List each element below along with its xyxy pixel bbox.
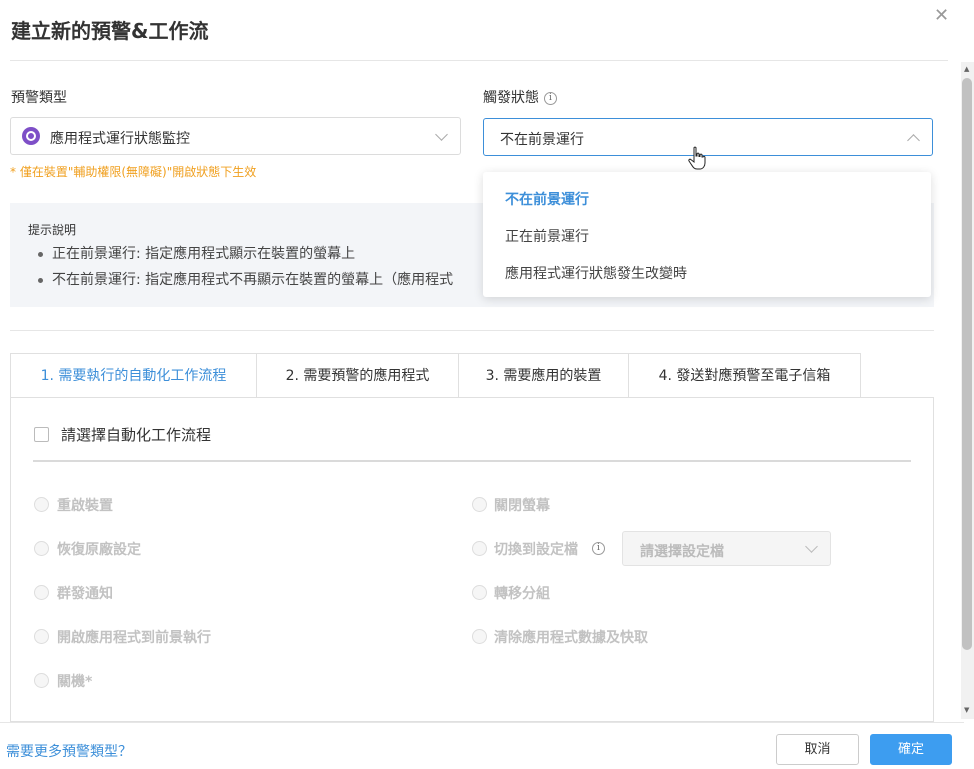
- alert-workflow-dialog: 建立新的預警&工作流 ✕ 預警類型 應用程式運行狀態監控 * 僅在裝置"輔助權限…: [0, 0, 974, 769]
- accessibility-warning: * 僅在裝置"輔助權限(無障礙)"開啟狀態下生效: [10, 165, 257, 179]
- chevron-down-icon: [435, 128, 448, 141]
- trigger-state-label-wrap: 觸發狀態 i: [483, 87, 557, 107]
- radio-broadcast[interactable]: [34, 585, 49, 600]
- more-alert-types-link[interactable]: 需要更多預警類型？: [6, 741, 132, 761]
- profile-select[interactable]: 請選擇設定檔: [622, 531, 831, 566]
- action-label: 清除應用程式數據及快取: [494, 630, 648, 646]
- scroll-thumb[interactable]: [962, 78, 972, 650]
- close-icon[interactable]: ✕: [934, 5, 949, 26]
- radio-shutdown[interactable]: [34, 673, 49, 688]
- trigger-state-dropdown: 不在前景運行 正在前景運行 應用程式運行狀態發生改變時: [483, 172, 931, 297]
- panel-divider: [33, 460, 911, 462]
- hand-cursor-icon: [688, 146, 706, 170]
- chevron-up-icon: [907, 134, 920, 147]
- option-not-foreground[interactable]: 不在前景運行: [505, 189, 589, 209]
- profile-select-placeholder: 請選擇設定檔: [640, 544, 724, 560]
- scrollbar[interactable]: ▲ ▼: [961, 62, 974, 719]
- radio-move-group[interactable]: [472, 585, 487, 600]
- radio-switch-profile[interactable]: [472, 541, 487, 556]
- alert-type-label: 預警類型: [11, 90, 67, 106]
- tab-devices[interactable]: 3. 需要應用的裝置: [458, 353, 629, 398]
- tab-apps[interactable]: 2. 需要預警的應用程式: [256, 353, 459, 398]
- action-label: 關閉螢幕: [494, 498, 550, 514]
- header-divider: [10, 60, 948, 61]
- hint-line: 正在前景運行: 指定應用程式顯示在裝置的螢幕上: [38, 243, 355, 263]
- trigger-state-value: 不在前景運行: [500, 132, 584, 148]
- cancel-button[interactable]: 取消: [776, 734, 859, 765]
- action-label: 重啟裝置: [57, 498, 113, 514]
- trigger-state-select[interactable]: 不在前景運行: [483, 118, 933, 156]
- option-state-change[interactable]: 應用程式運行狀態發生改變時: [505, 263, 687, 283]
- radio-screen-off[interactable]: [472, 497, 487, 512]
- option-foreground[interactable]: 正在前景運行: [505, 226, 589, 246]
- select-workflow-checkbox[interactable]: [34, 427, 49, 442]
- info-icon[interactable]: i: [544, 91, 557, 105]
- alert-type-value: 應用程式運行狀態監控: [50, 131, 190, 147]
- radio-open-app[interactable]: [34, 629, 49, 644]
- action-label: 恢復原廠設定: [57, 542, 141, 558]
- confirm-button[interactable]: 確定: [870, 734, 952, 765]
- dialog-title: 建立新的預警&工作流: [11, 19, 209, 43]
- hint-title: 提示說明: [28, 223, 77, 237]
- workflow-panel: 請選擇自動化工作流程 重啟裝置 恢復原廠設定 群發通知 開啟應用程式到前景執行 …: [10, 397, 934, 722]
- radio-reboot[interactable]: [34, 497, 49, 512]
- scroll-up-icon[interactable]: ▲: [964, 65, 969, 73]
- alert-type-select[interactable]: 應用程式運行狀態監控: [10, 117, 461, 155]
- radio-clear-app-data[interactable]: [472, 629, 487, 644]
- app-status-icon: [22, 127, 40, 145]
- tab-email[interactable]: 4. 發送對應預警至電子信箱: [628, 353, 861, 398]
- footer-divider: [0, 722, 964, 723]
- action-label: 關機*: [57, 674, 93, 690]
- trigger-state-label: 觸發狀態: [483, 90, 539, 106]
- hint-line: 不在前景運行: 指定應用程式不再顯示在裝置的螢幕上（應用程式: [38, 269, 453, 289]
- tab-workflow[interactable]: 1. 需要執行的自動化工作流程: [10, 353, 257, 398]
- scroll-down-icon[interactable]: ▼: [964, 706, 969, 714]
- info-icon[interactable]: i: [592, 542, 605, 555]
- action-label: 開啟應用程式到前景執行: [57, 630, 211, 646]
- radio-factory-reset[interactable]: [34, 541, 49, 556]
- action-label: 轉移分組: [494, 586, 550, 602]
- section-divider: [10, 330, 934, 331]
- action-label: 切換到設定檔: [494, 542, 578, 558]
- select-workflow-label: 請選擇自動化工作流程: [61, 426, 212, 444]
- chevron-down-icon: [805, 540, 818, 553]
- action-label: 群發通知: [57, 586, 113, 602]
